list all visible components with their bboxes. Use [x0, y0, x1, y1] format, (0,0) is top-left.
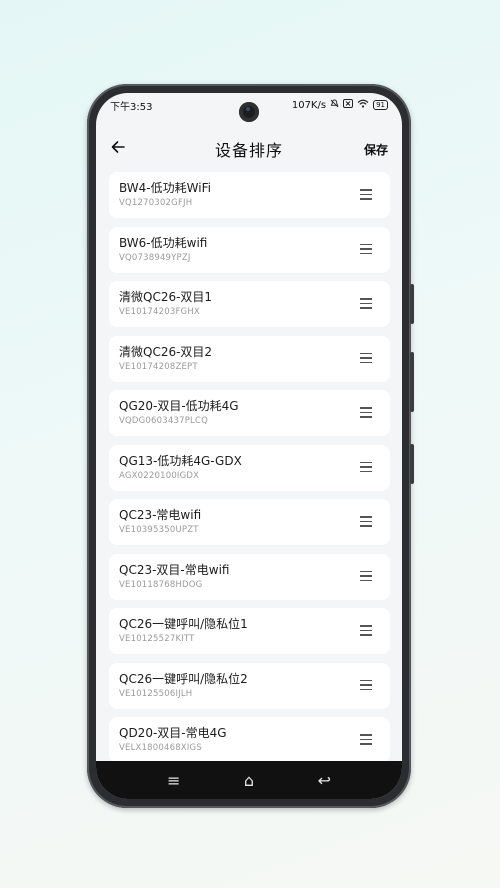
status-right: 107K/s 91: [292, 99, 388, 111]
device-code: VE10174203FGHX: [119, 307, 200, 317]
side-button-volume-up: [410, 284, 414, 324]
drag-handle-icon[interactable]: [360, 570, 372, 582]
device-item[interactable]: QG20-双目-低功耗4G VQDG0603437PLCQ: [109, 390, 390, 436]
page-title: 设备排序: [214, 141, 283, 160]
device-name: QD20-双目-常电4G: [119, 726, 227, 740]
device-item[interactable]: QC23-双目-常电wifi VE10118768HDOG: [109, 553, 390, 600]
side-button-power: [410, 352, 414, 412]
device-name: 清微QC26-双目1: [119, 290, 213, 304]
device-item[interactable]: QC26一键呼叫/隐私位2 VE10125506IJLH: [109, 662, 390, 709]
device-name: QC26一键呼叫/隐私位1: [119, 617, 248, 631]
device-code: VE10125506IJLH: [119, 688, 193, 699]
device-item[interactable]: QC26一键呼叫/隐私位1 VE10125527KITT: [109, 608, 390, 654]
device-code: VQDG0603437PLCQ: [119, 416, 208, 426]
device-code: VE10395350UPZT: [119, 525, 199, 535]
menu-icon[interactable]: ≡: [159, 771, 189, 790]
wifi-icon: [357, 99, 369, 111]
device-code: VELX1800468XIGS: [119, 743, 202, 753]
device-code: VE10174208ZEPT: [119, 361, 198, 372]
drag-handle-icon[interactable]: [360, 734, 372, 745]
home-icon[interactable]: ⌂: [234, 771, 264, 790]
device-code: VE10125527KITT: [119, 634, 195, 644]
device-item[interactable]: BW6-低功耗wifi VQ0738949YPZJ: [109, 226, 390, 273]
device-name: QG13-低功耗4G-GDX: [119, 453, 242, 468]
status-time: 下午3:53: [110, 101, 153, 113]
side-button-volume-down: [410, 444, 414, 484]
drag-handle-icon[interactable]: [360, 679, 372, 691]
device-item[interactable]: 清微QC26-双目2 VE10174208ZEPT: [109, 335, 390, 382]
device-name: 清微QC26-双目2: [119, 344, 213, 359]
mute-icon: [330, 99, 339, 111]
device-item[interactable]: QC23-常电wifi VE10395350UPZT: [109, 499, 390, 545]
device-name: BW4-低功耗WiFi: [119, 181, 211, 195]
drag-handle-icon[interactable]: [360, 189, 372, 200]
drag-handle-icon[interactable]: [360, 516, 372, 527]
device-code: AGX0220100IGDX: [119, 470, 200, 481]
app-header: 设备排序 保存: [96, 131, 402, 167]
device-code: VE10118768HDOG: [119, 579, 203, 590]
drag-handle-icon[interactable]: [360, 243, 372, 255]
drag-handle-icon[interactable]: [360, 625, 372, 636]
device-code: VQ0738949YPZJ: [119, 252, 191, 263]
device-sort-list: BW4-低功耗WiFi VQ1270302GFJH BW6-低功耗wifi VQ…: [109, 172, 390, 772]
screen: 下午3:53 107K/s 91 设备排序 保存 BW4-低功耗WiFi VQ1…: [96, 93, 402, 799]
battery-indicator: 91: [373, 100, 388, 110]
drag-handle-icon[interactable]: [360, 461, 372, 473]
device-name: QC26一键呼叫/隐私位2: [119, 671, 248, 686]
device-item[interactable]: 清微QC26-双目1 VE10174203FGHX: [109, 281, 390, 327]
arrow-left-icon: [111, 141, 125, 153]
device-item[interactable]: QG13-低功耗4G-GDX AGX0220100IGDX: [109, 444, 390, 491]
drag-handle-icon[interactable]: [360, 407, 372, 418]
front-camera: [239, 102, 259, 122]
system-nav-bar: ≡ ⌂ ↩: [96, 761, 402, 799]
no-sim-icon: [343, 99, 354, 111]
phone-frame: 下午3:53 107K/s 91 设备排序 保存 BW4-低功耗WiFi VQ1…: [87, 84, 414, 808]
drag-handle-icon[interactable]: [360, 352, 372, 364]
device-name: QC23-双目-常电wifi: [119, 562, 230, 577]
device-item[interactable]: BW4-低功耗WiFi VQ1270302GFJH: [109, 172, 390, 218]
device-code: VQ1270302GFJH: [119, 198, 193, 208]
back-button[interactable]: [110, 139, 130, 159]
back-nav-icon[interactable]: ↩: [309, 771, 339, 790]
device-name: QG20-双目-低功耗4G: [119, 399, 239, 413]
drag-handle-icon[interactable]: [360, 298, 372, 309]
device-item[interactable]: QD20-双目-常电4G VELX1800468XIGS: [109, 717, 390, 763]
save-button[interactable]: 保存: [364, 141, 388, 158]
status-speed: 107K/s: [291, 99, 327, 111]
device-name: BW6-低功耗wifi: [119, 235, 208, 250]
device-name: QC23-常电wifi: [119, 508, 202, 522]
